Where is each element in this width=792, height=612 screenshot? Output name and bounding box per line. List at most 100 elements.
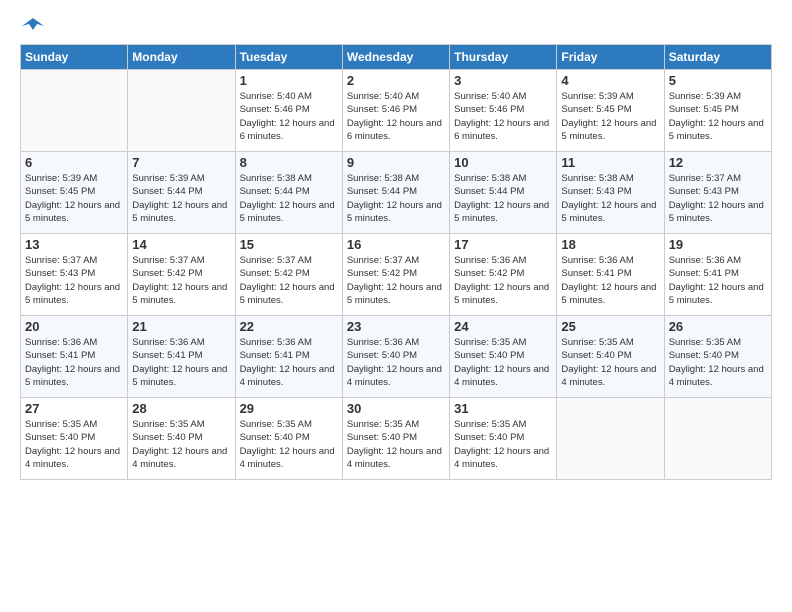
calendar-week-row: 20 Sunrise: 5:36 AM Sunset: 5:41 PM Dayl… bbox=[21, 316, 772, 398]
calendar-cell: 23 Sunrise: 5:36 AM Sunset: 5:40 PM Dayl… bbox=[342, 316, 449, 398]
calendar-cell: 29 Sunrise: 5:35 AM Sunset: 5:40 PM Dayl… bbox=[235, 398, 342, 480]
daylight-text: Daylight: 12 hours and 5 minutes. bbox=[25, 282, 120, 306]
day-detail: Sunrise: 5:39 AM Sunset: 5:45 PM Dayligh… bbox=[25, 172, 123, 225]
day-detail: Sunrise: 5:36 AM Sunset: 5:41 PM Dayligh… bbox=[240, 336, 338, 389]
day-detail: Sunrise: 5:36 AM Sunset: 5:41 PM Dayligh… bbox=[132, 336, 230, 389]
calendar-week-row: 13 Sunrise: 5:37 AM Sunset: 5:43 PM Dayl… bbox=[21, 234, 772, 316]
calendar-cell: 20 Sunrise: 5:36 AM Sunset: 5:41 PM Dayl… bbox=[21, 316, 128, 398]
sunset-text: Sunset: 5:40 PM bbox=[25, 432, 95, 443]
calendar-cell: 14 Sunrise: 5:37 AM Sunset: 5:42 PM Dayl… bbox=[128, 234, 235, 316]
daylight-text: Daylight: 12 hours and 5 minutes. bbox=[25, 200, 120, 224]
calendar-cell: 30 Sunrise: 5:35 AM Sunset: 5:40 PM Dayl… bbox=[342, 398, 449, 480]
day-number: 21 bbox=[132, 319, 230, 334]
daylight-text: Daylight: 12 hours and 5 minutes. bbox=[25, 364, 120, 388]
daylight-text: Daylight: 12 hours and 5 minutes. bbox=[240, 282, 335, 306]
calendar-cell: 21 Sunrise: 5:36 AM Sunset: 5:41 PM Dayl… bbox=[128, 316, 235, 398]
calendar-cell bbox=[557, 398, 664, 480]
day-number: 3 bbox=[454, 73, 552, 88]
day-number: 16 bbox=[347, 237, 445, 252]
day-number: 9 bbox=[347, 155, 445, 170]
sunset-text: Sunset: 5:45 PM bbox=[561, 104, 631, 115]
calendar-cell: 8 Sunrise: 5:38 AM Sunset: 5:44 PM Dayli… bbox=[235, 152, 342, 234]
daylight-text: Daylight: 12 hours and 4 minutes. bbox=[347, 364, 442, 388]
sunrise-text: Sunrise: 5:37 AM bbox=[25, 255, 97, 266]
daylight-text: Daylight: 12 hours and 4 minutes. bbox=[132, 446, 227, 470]
day-number: 19 bbox=[669, 237, 767, 252]
col-monday: Monday bbox=[128, 45, 235, 70]
sunrise-text: Sunrise: 5:35 AM bbox=[669, 337, 741, 348]
daylight-text: Daylight: 12 hours and 4 minutes. bbox=[240, 364, 335, 388]
sunset-text: Sunset: 5:43 PM bbox=[669, 186, 739, 197]
sunset-text: Sunset: 5:40 PM bbox=[669, 350, 739, 361]
sunset-text: Sunset: 5:41 PM bbox=[669, 268, 739, 279]
sunset-text: Sunset: 5:43 PM bbox=[25, 268, 95, 279]
day-number: 4 bbox=[561, 73, 659, 88]
sunset-text: Sunset: 5:42 PM bbox=[454, 268, 524, 279]
day-detail: Sunrise: 5:40 AM Sunset: 5:46 PM Dayligh… bbox=[454, 90, 552, 143]
calendar-cell bbox=[128, 70, 235, 152]
daylight-text: Daylight: 12 hours and 4 minutes. bbox=[25, 446, 120, 470]
day-number: 31 bbox=[454, 401, 552, 416]
calendar-cell: 2 Sunrise: 5:40 AM Sunset: 5:46 PM Dayli… bbox=[342, 70, 449, 152]
day-number: 23 bbox=[347, 319, 445, 334]
sunrise-text: Sunrise: 5:35 AM bbox=[454, 337, 526, 348]
calendar-week-row: 6 Sunrise: 5:39 AM Sunset: 5:45 PM Dayli… bbox=[21, 152, 772, 234]
day-detail: Sunrise: 5:37 AM Sunset: 5:42 PM Dayligh… bbox=[347, 254, 445, 307]
day-detail: Sunrise: 5:35 AM Sunset: 5:40 PM Dayligh… bbox=[454, 418, 552, 471]
daylight-text: Daylight: 12 hours and 5 minutes. bbox=[132, 282, 227, 306]
daylight-text: Daylight: 12 hours and 4 minutes. bbox=[454, 446, 549, 470]
sunset-text: Sunset: 5:45 PM bbox=[669, 104, 739, 115]
daylight-text: Daylight: 12 hours and 5 minutes. bbox=[240, 200, 335, 224]
sunrise-text: Sunrise: 5:37 AM bbox=[132, 255, 204, 266]
sunset-text: Sunset: 5:41 PM bbox=[132, 350, 202, 361]
sunset-text: Sunset: 5:44 PM bbox=[347, 186, 417, 197]
day-detail: Sunrise: 5:36 AM Sunset: 5:41 PM Dayligh… bbox=[669, 254, 767, 307]
sunset-text: Sunset: 5:44 PM bbox=[454, 186, 524, 197]
day-number: 22 bbox=[240, 319, 338, 334]
day-number: 15 bbox=[240, 237, 338, 252]
sunrise-text: Sunrise: 5:39 AM bbox=[669, 91, 741, 102]
calendar-cell: 3 Sunrise: 5:40 AM Sunset: 5:46 PM Dayli… bbox=[450, 70, 557, 152]
sunrise-text: Sunrise: 5:35 AM bbox=[132, 419, 204, 430]
sunset-text: Sunset: 5:42 PM bbox=[347, 268, 417, 279]
sunrise-text: Sunrise: 5:39 AM bbox=[25, 173, 97, 184]
calendar-cell bbox=[664, 398, 771, 480]
col-friday: Friday bbox=[557, 45, 664, 70]
col-wednesday: Wednesday bbox=[342, 45, 449, 70]
sunrise-text: Sunrise: 5:35 AM bbox=[240, 419, 312, 430]
day-detail: Sunrise: 5:40 AM Sunset: 5:46 PM Dayligh… bbox=[347, 90, 445, 143]
sunrise-text: Sunrise: 5:35 AM bbox=[347, 419, 419, 430]
sunrise-text: Sunrise: 5:40 AM bbox=[347, 91, 419, 102]
day-number: 27 bbox=[25, 401, 123, 416]
sunrise-text: Sunrise: 5:40 AM bbox=[454, 91, 526, 102]
sunrise-text: Sunrise: 5:35 AM bbox=[454, 419, 526, 430]
col-sunday: Sunday bbox=[21, 45, 128, 70]
day-detail: Sunrise: 5:35 AM Sunset: 5:40 PM Dayligh… bbox=[25, 418, 123, 471]
sunset-text: Sunset: 5:45 PM bbox=[25, 186, 95, 197]
daylight-text: Daylight: 12 hours and 5 minutes. bbox=[561, 200, 656, 224]
sunrise-text: Sunrise: 5:36 AM bbox=[240, 337, 312, 348]
day-detail: Sunrise: 5:36 AM Sunset: 5:41 PM Dayligh… bbox=[561, 254, 659, 307]
day-detail: Sunrise: 5:37 AM Sunset: 5:42 PM Dayligh… bbox=[240, 254, 338, 307]
day-detail: Sunrise: 5:38 AM Sunset: 5:44 PM Dayligh… bbox=[454, 172, 552, 225]
sunrise-text: Sunrise: 5:38 AM bbox=[240, 173, 312, 184]
sunrise-text: Sunrise: 5:36 AM bbox=[25, 337, 97, 348]
sunrise-text: Sunrise: 5:37 AM bbox=[347, 255, 419, 266]
sunset-text: Sunset: 5:44 PM bbox=[132, 186, 202, 197]
day-number: 25 bbox=[561, 319, 659, 334]
sunset-text: Sunset: 5:42 PM bbox=[240, 268, 310, 279]
calendar-cell: 4 Sunrise: 5:39 AM Sunset: 5:45 PM Dayli… bbox=[557, 70, 664, 152]
day-detail: Sunrise: 5:40 AM Sunset: 5:46 PM Dayligh… bbox=[240, 90, 338, 143]
sunset-text: Sunset: 5:43 PM bbox=[561, 186, 631, 197]
calendar-cell: 15 Sunrise: 5:37 AM Sunset: 5:42 PM Dayl… bbox=[235, 234, 342, 316]
calendar-cell: 24 Sunrise: 5:35 AM Sunset: 5:40 PM Dayl… bbox=[450, 316, 557, 398]
logo bbox=[20, 16, 44, 34]
sunset-text: Sunset: 5:44 PM bbox=[240, 186, 310, 197]
sunset-text: Sunset: 5:40 PM bbox=[347, 432, 417, 443]
day-number: 17 bbox=[454, 237, 552, 252]
day-detail: Sunrise: 5:35 AM Sunset: 5:40 PM Dayligh… bbox=[240, 418, 338, 471]
daylight-text: Daylight: 12 hours and 4 minutes. bbox=[347, 446, 442, 470]
day-number: 1 bbox=[240, 73, 338, 88]
sunrise-text: Sunrise: 5:35 AM bbox=[25, 419, 97, 430]
day-detail: Sunrise: 5:39 AM Sunset: 5:45 PM Dayligh… bbox=[561, 90, 659, 143]
